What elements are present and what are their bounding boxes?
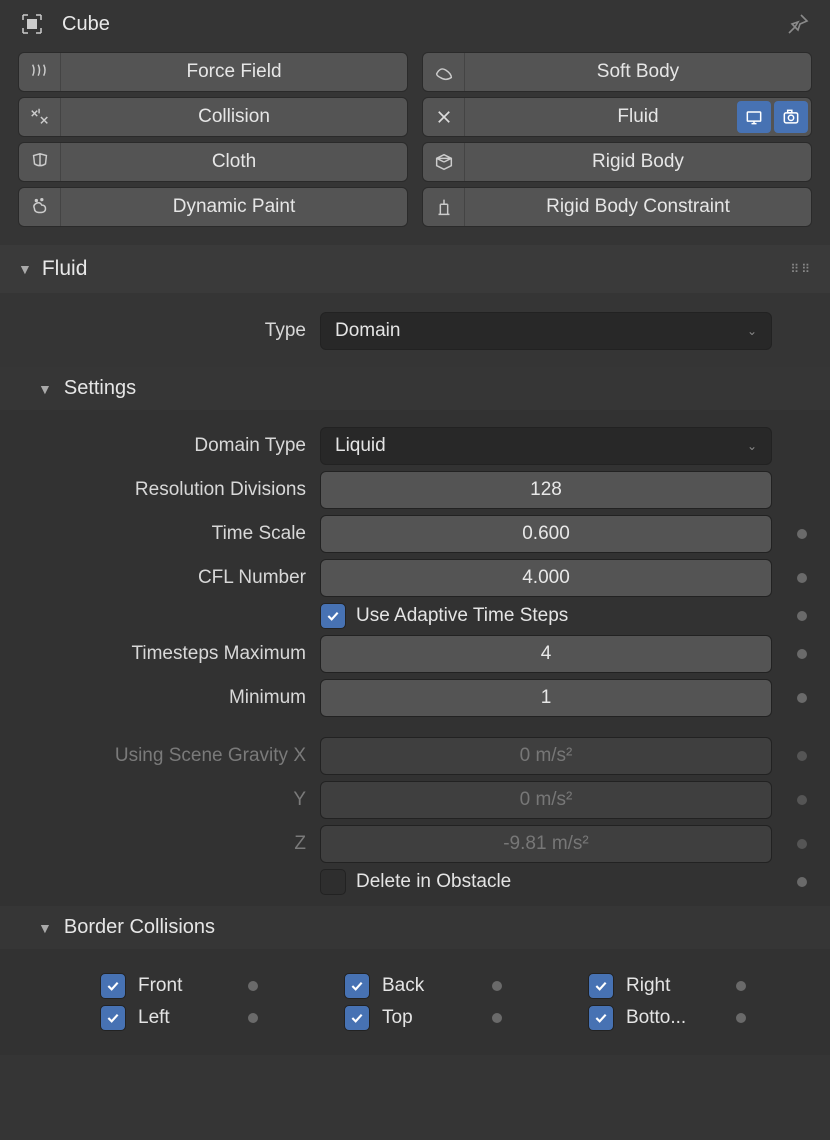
rigid-body-constraint-label: Rigid Body Constraint xyxy=(465,196,811,218)
animate-property-button[interactable] xyxy=(248,981,258,991)
fluid-panel-header[interactable]: ▼ Fluid ⠿⠿ xyxy=(0,245,830,293)
timesteps-max-label: Timesteps Maximum xyxy=(0,643,310,665)
gravity-x-field: 0 m/s² xyxy=(320,737,772,775)
animate-property-button[interactable] xyxy=(797,611,807,621)
border-collisions-header[interactable]: ▼ Border Collisions xyxy=(0,906,830,949)
animate-property-button[interactable] xyxy=(492,981,502,991)
rigid-body-icon xyxy=(423,143,465,181)
collision-icon xyxy=(19,98,61,136)
border-bottom-checkbox[interactable] xyxy=(588,1005,614,1031)
gravity-z-label: Z xyxy=(0,833,310,855)
disclosure-triangle-icon: ▼ xyxy=(38,381,52,397)
gravity-z-field: -9.81 m/s² xyxy=(320,825,772,863)
settings-subpanel-header[interactable]: ▼ Settings xyxy=(0,367,830,410)
disclosure-triangle-icon: ▼ xyxy=(38,920,52,936)
rigid-body-button[interactable]: Rigid Body xyxy=(422,142,812,182)
force-field-button[interactable]: Force Field xyxy=(18,52,408,92)
domain-type-value: Liquid xyxy=(335,435,386,457)
gravity-x-label: Using Scene Gravity X xyxy=(0,745,310,767)
rigid-body-constraint-button[interactable]: Rigid Body Constraint xyxy=(422,187,812,227)
timesteps-min-field[interactable]: 1 xyxy=(320,679,772,717)
animate-property-button xyxy=(797,751,807,761)
settings-title: Settings xyxy=(64,377,136,400)
type-select[interactable]: Domain ⌄ xyxy=(320,312,772,350)
fluid-button[interactable]: Fluid xyxy=(422,97,812,137)
animate-property-button[interactable] xyxy=(492,1013,502,1023)
border-top-label: Top xyxy=(382,1007,472,1029)
force-field-label: Force Field xyxy=(61,61,407,83)
animate-property-button[interactable] xyxy=(248,1013,258,1023)
dynamic-paint-icon xyxy=(19,188,61,226)
border-back-checkbox[interactable] xyxy=(344,973,370,999)
cfl-label: CFL Number xyxy=(0,567,310,589)
animate-property-button[interactable] xyxy=(736,981,746,991)
border-top-checkbox[interactable] xyxy=(344,1005,370,1031)
chevron-down-icon: ⌄ xyxy=(747,439,757,453)
animate-property-button[interactable] xyxy=(797,573,807,583)
soft-body-icon xyxy=(423,53,465,91)
border-collisions-title: Border Collisions xyxy=(64,916,215,939)
border-left-label: Left xyxy=(138,1007,228,1029)
gravity-y-label: Y xyxy=(0,789,310,811)
border-left-checkbox[interactable] xyxy=(100,1005,126,1031)
domain-type-select[interactable]: Liquid ⌄ xyxy=(320,427,772,465)
pin-icon[interactable] xyxy=(784,10,812,38)
chevron-down-icon: ⌄ xyxy=(747,324,757,338)
timesteps-min-label: Minimum xyxy=(0,687,310,709)
gravity-y-field: 0 m/s² xyxy=(320,781,772,819)
time-scale-field[interactable]: 0.600 xyxy=(320,515,772,553)
resolution-label: Resolution Divisions xyxy=(0,479,310,501)
cloth-button[interactable]: Cloth xyxy=(18,142,408,182)
disclosure-triangle-icon: ▼ xyxy=(18,261,32,277)
display-viewport-toggle[interactable] xyxy=(737,101,771,133)
object-name: Cube xyxy=(62,13,110,36)
animate-property-button[interactable] xyxy=(797,529,807,539)
type-label: Type xyxy=(0,320,310,342)
animate-property-button[interactable] xyxy=(797,649,807,659)
cloth-label: Cloth xyxy=(61,151,407,173)
adaptive-timesteps-label: Use Adaptive Time Steps xyxy=(356,605,568,627)
animate-property-button[interactable] xyxy=(797,877,807,887)
cfl-field[interactable]: 4.000 xyxy=(320,559,772,597)
animate-property-button xyxy=(797,795,807,805)
adaptive-timesteps-checkbox[interactable] xyxy=(320,603,346,629)
rigid-body-constraint-icon xyxy=(423,188,465,226)
grip-icon[interactable]: ⠿⠿ xyxy=(790,262,812,276)
time-scale-label: Time Scale xyxy=(0,523,310,545)
delete-in-obstacle-checkbox[interactable] xyxy=(320,869,346,895)
border-right-checkbox[interactable] xyxy=(588,973,614,999)
border-front-label: Front xyxy=(138,975,228,997)
type-value: Domain xyxy=(335,320,400,342)
dynamic-paint-button[interactable]: Dynamic Paint xyxy=(18,187,408,227)
animate-property-button xyxy=(797,839,807,849)
collision-button[interactable]: Collision xyxy=(18,97,408,137)
animate-property-button[interactable] xyxy=(736,1013,746,1023)
remove-fluid-icon xyxy=(423,98,465,136)
display-render-toggle[interactable] xyxy=(774,101,808,133)
border-right-label: Right xyxy=(626,975,716,997)
resolution-field[interactable]: 128 xyxy=(320,471,772,509)
force-field-icon xyxy=(19,53,61,91)
delete-in-obstacle-label: Delete in Obstacle xyxy=(356,871,511,893)
timesteps-max-field[interactable]: 4 xyxy=(320,635,772,673)
domain-type-label: Domain Type xyxy=(0,435,310,457)
fluid-panel-title: Fluid xyxy=(42,257,88,281)
dynamic-paint-label: Dynamic Paint xyxy=(61,196,407,218)
border-back-label: Back xyxy=(382,975,472,997)
border-front-checkbox[interactable] xyxy=(100,973,126,999)
soft-body-button[interactable]: Soft Body xyxy=(422,52,812,92)
cloth-icon xyxy=(19,143,61,181)
animate-property-button[interactable] xyxy=(797,693,807,703)
soft-body-label: Soft Body xyxy=(465,61,811,83)
rigid-body-label: Rigid Body xyxy=(465,151,811,173)
collision-label: Collision xyxy=(61,106,407,128)
border-bottom-label: Botto... xyxy=(626,1007,716,1029)
object-data-icon xyxy=(18,10,46,38)
